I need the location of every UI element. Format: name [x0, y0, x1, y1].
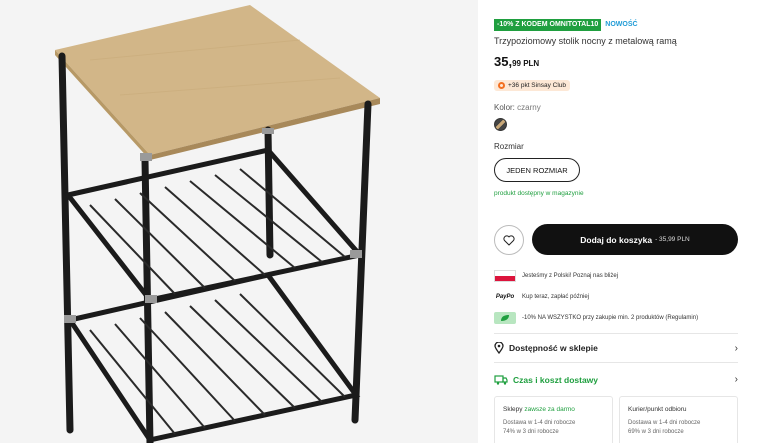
paypo-text: Kup teraz, zapłać później — [522, 294, 590, 300]
courier-line1: Dostawa w 1-4 dni robocze — [628, 420, 701, 426]
add-to-cart-price: - 35,99 PLN — [655, 236, 690, 243]
stores-line2: 74% w 3 dni robocze — [503, 429, 559, 435]
delivery-link[interactable]: Czas i koszt dostawy › — [494, 374, 738, 385]
info-paypo[interactable]: PayPo Kup teraz, zapłać później — [494, 291, 589, 303]
price-cents: 99 PLN — [512, 59, 540, 68]
product-image-panel — [0, 0, 478, 443]
size-option-button[interactable]: JEDEN ROZMIAR — [494, 158, 580, 182]
color-row: Kolor: czarny — [494, 103, 541, 112]
store-availability-label-group: Dostępność w sklepie — [494, 342, 598, 354]
discount-text: -10% NA WSZYSTKO przy zakupie min. 2 pro… — [522, 315, 699, 321]
favorite-button[interactable] — [494, 225, 524, 255]
delivery-label: Czas i koszt dostawy — [513, 374, 599, 385]
delivery-label-group: Czas i koszt dostawy — [494, 375, 598, 385]
product-title: Trzypoziomowy stolik nocny z metalową ra… — [494, 36, 677, 46]
chevron-right-icon: › — [734, 374, 738, 385]
stores-free: zawsze za darmo — [524, 406, 575, 413]
promo-code-badge: -10% Z KODEM OMNITOTAL10 — [494, 19, 602, 31]
shipping-stores-card: Sklepy zawsze za darmo Dostawa w 1-4 dni… — [494, 396, 613, 443]
product-details: -10% Z KODEM OMNITOTAL10 NOWOŚĆ Trzypozi… — [478, 0, 759, 443]
stores-title-row: Sklepy zawsze za darmo — [503, 405, 604, 415]
product-badges: -10% Z KODEM OMNITOTAL10 NOWOŚĆ — [494, 19, 638, 31]
add-to-cart-button[interactable]: Dodaj do koszyka - 35,99 PLN — [532, 224, 738, 255]
club-icon — [498, 82, 505, 89]
store-availability-link[interactable]: Dostępność w sklepie › — [494, 342, 738, 354]
stores-line1: Dostawa w 1-4 dni robocze — [503, 420, 576, 426]
truck-icon — [494, 374, 508, 385]
club-points-badge[interactable]: +36 pkt Sinsay Club — [494, 80, 570, 91]
location-pin-icon — [494, 342, 504, 354]
new-badge: NOWOŚĆ — [605, 21, 638, 28]
heart-icon — [503, 234, 515, 245]
product-image — [55, 5, 380, 443]
info-poland[interactable]: Jesteśmy z Polski! Poznaj nas bliżej — [494, 270, 618, 282]
paypo-logo-icon: PayPo — [495, 294, 515, 300]
color-label: Kolor: — [494, 103, 515, 112]
poland-flag-icon — [494, 270, 516, 282]
divider — [494, 362, 738, 363]
color-swatch-black[interactable] — [494, 118, 507, 131]
courier-title: Kurier/punkt odbioru — [628, 406, 687, 413]
color-value: czarny — [517, 103, 541, 112]
store-availability-label: Dostępność w sklepie — [509, 343, 598, 353]
poland-text: Jesteśmy z Polski! Poznaj nas bliżej — [522, 273, 619, 279]
size-label: Rozmiar — [494, 142, 524, 151]
club-points-text: +36 pkt Sinsay Club — [508, 82, 566, 89]
availability-text: produkt dostępny w magazynie — [494, 190, 584, 197]
leaf-icon — [494, 312, 516, 324]
shipping-courier-card: Kurier/punkt odbioru Dostawa w 1-4 dni r… — [619, 396, 738, 443]
stores-title: Sklepy — [503, 406, 523, 413]
chevron-right-icon: › — [734, 342, 738, 354]
price-main: 35, — [494, 54, 513, 69]
add-to-cart-label: Dodaj do koszyka — [580, 234, 653, 245]
divider — [494, 333, 738, 334]
info-discount[interactable]: -10% NA WSZYSTKO przy zakupie min. 2 pro… — [494, 312, 698, 324]
courier-line2: 69% w 3 dni robocze — [628, 429, 684, 435]
shipping-options: Sklepy zawsze za darmo Dostawa w 1-4 dni… — [494, 396, 738, 443]
product-price: 35,99 PLN — [494, 53, 539, 71]
